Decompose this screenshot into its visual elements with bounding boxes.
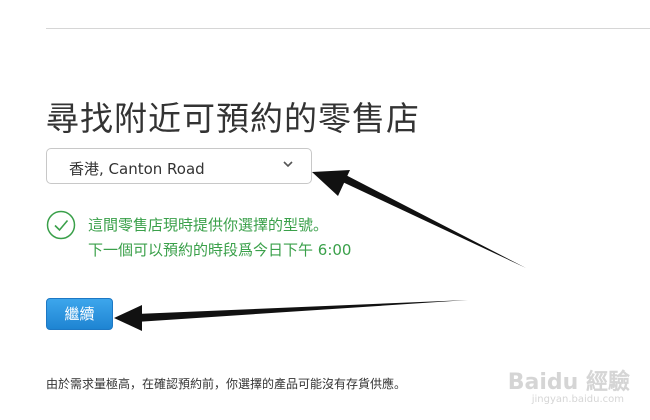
- watermark: Baidu 經驗 jingyan.baidu.com: [508, 364, 638, 414]
- store-select[interactable]: 香港, Canton Road: [46, 148, 312, 184]
- top-divider: [46, 28, 650, 29]
- check-circle-icon: [46, 210, 76, 240]
- availability-message: 這間零售店現時提供你選擇的型號。 下一個可以預約的時段爲今日下午 6:00: [46, 210, 506, 266]
- store-select-value: 香港, Canton Road: [69, 160, 205, 178]
- arrow-to-continue: [114, 300, 468, 331]
- chevron-down-icon: [283, 161, 293, 168]
- continue-button[interactable]: 繼續: [46, 298, 113, 330]
- watermark-subtext: jingyan.baidu.com: [531, 394, 624, 405]
- watermark-text: Baidu 經驗: [507, 370, 630, 395]
- page-title: 尋找附近可預約的零售店: [46, 99, 420, 138]
- disclaimer-text: 由於需求量極高，在確認預約前，你選擇的產品可能沒有存貨供應。: [46, 377, 407, 391]
- availability-line-1: 這間零售店現時提供你選擇的型號。: [88, 216, 329, 234]
- availability-line-2: 下一個可以預約的時段爲今日下午 6:00: [88, 241, 352, 259]
